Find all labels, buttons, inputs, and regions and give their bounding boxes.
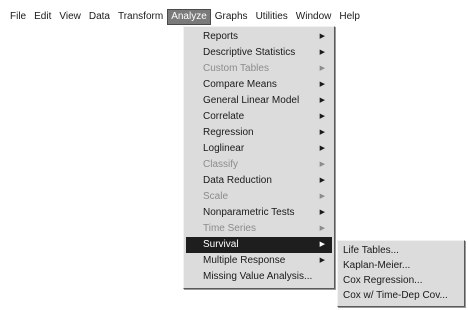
submenu-arrow-icon: ▶ (319, 193, 325, 200)
menu-item-survival[interactable]: Survival ▶ (186, 237, 332, 253)
menu-item-correlate[interactable]: Correlate ▶ (186, 109, 332, 125)
submenu-arrow-icon: ▶ (319, 257, 325, 264)
submenu-arrow-icon: ▶ (319, 129, 325, 136)
menu-item-label: Nonparametric Tests (203, 207, 295, 218)
menu-item-label: Scale (203, 191, 229, 202)
menu-item-label: Survival (203, 239, 239, 250)
menu-window[interactable]: Window (292, 10, 336, 24)
menu-item-label: Loglinear (203, 143, 245, 154)
menu-item-label: Data Reduction (203, 175, 272, 186)
menu-item-label: Multiple Response (203, 255, 286, 266)
submenu-item-cox-regression[interactable]: Cox Regression... (338, 273, 464, 288)
submenu-item-life-tables[interactable]: Life Tables... (338, 243, 464, 258)
submenu-arrow-icon: ▶ (319, 65, 325, 72)
menu-bar: File Edit View Data Transform Analyze Gr… (0, 8, 468, 26)
menu-item-label: Classify (203, 159, 239, 170)
menu-item-time-series: Time Series ▶ (186, 221, 332, 237)
menu-item-custom-tables: Custom Tables ▶ (186, 61, 332, 77)
menu-item-reports[interactable]: Reports ▶ (186, 29, 332, 45)
menu-item-descriptive-statistics[interactable]: Descriptive Statistics ▶ (186, 45, 332, 61)
survival-submenu: Life Tables... Kaplan-Meier... Cox Regre… (337, 240, 465, 307)
menu-item-regression[interactable]: Regression ▶ (186, 125, 332, 141)
menu-help[interactable]: Help (335, 10, 364, 24)
analyze-dropdown-menu: Reports ▶ Descriptive Statistics ▶ Custom … (183, 26, 335, 289)
menu-item-label: General Linear Model (203, 95, 300, 106)
submenu-arrow-icon: ▶ (319, 33, 325, 40)
menu-item-scale: Scale ▶ (186, 189, 332, 205)
menu-data[interactable]: Data (85, 10, 114, 24)
menu-graphs[interactable]: Graphs (211, 10, 252, 24)
menu-item-label: Reports (203, 31, 239, 42)
submenu-item-cox-time-dep-cov[interactable]: Cox w/ Time-Dep Cov... (338, 288, 464, 303)
menu-item-compare-means[interactable]: Compare Means ▶ (186, 77, 332, 93)
submenu-arrow-icon: ▶ (319, 49, 325, 56)
menu-view[interactable]: View (55, 10, 85, 24)
submenu-arrow-icon: ▶ (319, 225, 325, 232)
submenu-arrow-icon: ▶ (319, 97, 325, 104)
menu-item-missing-value-analysis[interactable]: Missing Value Analysis... (186, 269, 332, 285)
submenu-arrow-icon: ▶ (319, 81, 325, 88)
menu-item-label: Time Series (203, 223, 256, 234)
submenu-arrow-icon: ▶ (319, 177, 325, 184)
submenu-arrow-icon: ▶ (319, 145, 325, 152)
submenu-arrow-icon: ▶ (319, 209, 325, 216)
menu-item-label: Custom Tables (203, 63, 269, 74)
menu-transform[interactable]: Transform (114, 10, 167, 24)
menu-item-data-reduction[interactable]: Data Reduction ▶ (186, 173, 332, 189)
menu-item-multiple-response[interactable]: Multiple Response ▶ (186, 253, 332, 269)
menu-item-loglinear[interactable]: Loglinear ▶ (186, 141, 332, 157)
menu-item-label: Descriptive Statistics (203, 47, 296, 58)
menu-item-label: Compare Means (203, 79, 277, 90)
menu-utilities[interactable]: Utilities (252, 10, 292, 24)
menu-edit[interactable]: Edit (30, 10, 55, 24)
menu-item-classify: Classify ▶ (186, 157, 332, 173)
menu-item-label: Correlate (203, 111, 245, 122)
menu-file[interactable]: File (6, 10, 30, 24)
submenu-arrow-icon: ▶ (319, 161, 325, 168)
menu-item-nonparametric-tests[interactable]: Nonparametric Tests ▶ (186, 205, 332, 221)
menu-analyze[interactable]: Analyze (167, 9, 211, 25)
menu-item-label: Missing Value Analysis... (203, 271, 313, 282)
menu-item-general-linear-model[interactable]: General Linear Model ▶ (186, 93, 332, 109)
submenu-item-kaplan-meier[interactable]: Kaplan-Meier... (338, 258, 464, 273)
menu-item-label: Regression (203, 127, 254, 138)
submenu-arrow-icon: ▶ (319, 241, 325, 248)
submenu-arrow-icon: ▶ (319, 113, 325, 120)
